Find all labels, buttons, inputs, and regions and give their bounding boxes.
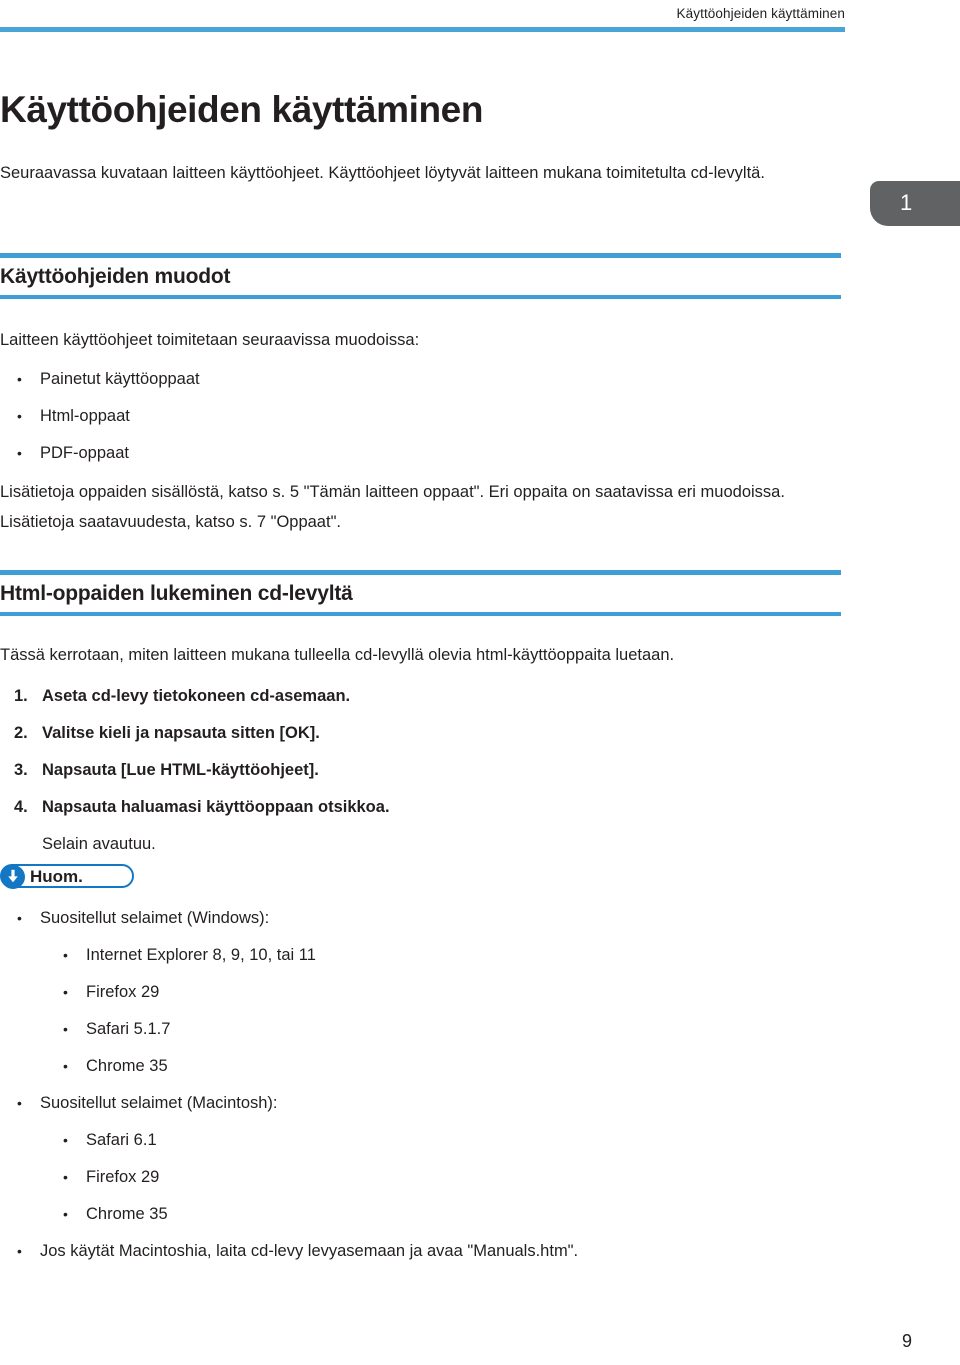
ordered-list-number: 3. [14, 761, 28, 779]
ordered-list-item: 1. Aseta cd-levy tietokoneen cd-asemaan. [14, 684, 350, 708]
list-item: • Chrome 35 [63, 1054, 168, 1078]
section-html-title: Html-oppaiden lukeminen cd-levyltä [0, 582, 353, 605]
ordered-list-label: Napsauta haluamasi käyttöoppaan otsikkoa… [42, 798, 390, 816]
list-item-label: Firefox 29 [86, 1168, 160, 1186]
header-rule [0, 27, 845, 32]
list-item: • Html-oppaat [17, 404, 130, 428]
section-rule-bottom [0, 295, 841, 299]
bullet-dot-icon: • [63, 1206, 68, 1222]
list-item-label: Internet Explorer 8, 9, 10, tai 11 [86, 946, 316, 964]
ordered-list-number: 1. [14, 687, 28, 705]
list-item: • Suositellut selaimet (Macintosh): [17, 1091, 278, 1115]
section-formats-lead: Laitteen käyttöohjeet toimitetaan seuraa… [0, 331, 420, 349]
note-badge-label: Huom. [30, 867, 83, 886]
bullet-dot-icon: • [17, 1243, 22, 1259]
section-formats-closing: Lisätietoja oppaiden sisällöstä, katso s… [0, 483, 785, 531]
section-formats-title: Käyttöohjeiden muodot [0, 265, 231, 288]
down-arrow-icon [1, 865, 25, 889]
list-item-label: Suositellut selaimet (Windows): [40, 909, 270, 927]
section-html-heading: Html-oppaiden lukeminen cd-levyltä [0, 570, 845, 616]
list-item: • Firefox 29 [63, 1165, 159, 1189]
list-item: • Jos käytät Macintoshia, laita cd-levy … [17, 1239, 578, 1263]
list-item-label: Safari 6.1 [86, 1131, 157, 1149]
list-item-label: Painetut käyttöoppaat [40, 370, 200, 388]
list-item-label: Jos käytät Macintoshia, laita cd-levy le… [40, 1242, 579, 1260]
list-item-label: Chrome 35 [86, 1205, 168, 1223]
section-formats-heading: Käyttöohjeiden muodot [0, 253, 845, 299]
bullet-dot-icon: • [17, 1095, 22, 1111]
bullet-dot-icon: • [63, 1021, 68, 1037]
list-item-label: PDF-oppaat [40, 444, 129, 462]
section-rule-bottom [0, 612, 841, 616]
note-badge: Huom. [0, 864, 134, 889]
ordered-list-item: 2. Valitse kieli ja napsauta sitten [OK]… [14, 721, 320, 745]
list-item: • Safari 6.1 [63, 1128, 157, 1152]
intro-paragraph: Seuraavassa kuvataan laitteen käyttöohje… [0, 164, 765, 182]
list-item: • Suositellut selaimet (Windows): [17, 906, 269, 930]
ordered-list-item: 4. Napsauta haluamasi käyttöoppaan otsik… [14, 795, 390, 819]
step-result-text: Selain avautuu. [42, 835, 156, 853]
ordered-list-item: 3. Napsauta [Lue HTML-käyttöohjeet]. [14, 758, 319, 782]
bullet-dot-icon: • [63, 984, 68, 1000]
list-item: • PDF-oppaat [17, 441, 129, 465]
bullet-dot-icon: • [17, 371, 22, 387]
page-tab-number: 1 [900, 190, 913, 215]
list-item: • Safari 5.1.7 [63, 1017, 170, 1041]
page-tab-marker: 1 [870, 181, 960, 226]
bullet-dot-icon: • [17, 408, 22, 424]
list-item: • Internet Explorer 8, 9, 10, tai 11 [63, 943, 316, 967]
bullet-dot-icon: • [17, 445, 22, 461]
bullet-dot-icon: • [63, 947, 68, 963]
page-title: Käyttöohjeiden käyttäminen [0, 89, 484, 130]
list-item-label: Html-oppaat [40, 407, 130, 425]
list-item: • Firefox 29 [63, 980, 159, 1004]
bullet-dot-icon: • [17, 910, 22, 926]
bullet-dot-icon: • [63, 1132, 68, 1148]
ordered-list-number: 2. [14, 724, 28, 742]
ordered-list-number: 4. [14, 798, 28, 816]
bullet-dot-icon: • [63, 1058, 68, 1074]
list-item-label: Suositellut selaimet (Macintosh): [40, 1094, 278, 1112]
bullet-dot-icon: • [63, 1169, 68, 1185]
list-item-label: Firefox 29 [86, 983, 160, 1001]
list-item: • Chrome 35 [63, 1202, 168, 1226]
footer-page-number: 9 [901, 1331, 912, 1351]
running-header-title: Käyttöohjeiden käyttäminen [676, 6, 845, 21]
list-item-label: Safari 5.1.7 [86, 1020, 171, 1038]
ordered-list-label: Valitse kieli ja napsauta sitten [OK]. [42, 724, 320, 742]
section-html-lead: Tässä kerrotaan, miten laitteen mukana t… [0, 646, 675, 664]
list-item-label: Chrome 35 [86, 1057, 168, 1075]
ordered-list-label: Aseta cd-levy tietokoneen cd-asemaan. [42, 687, 351, 705]
ordered-list-label: Napsauta [Lue HTML-käyttöohjeet]. [42, 761, 319, 779]
list-item: • Painetut käyttöoppaat [17, 367, 200, 391]
